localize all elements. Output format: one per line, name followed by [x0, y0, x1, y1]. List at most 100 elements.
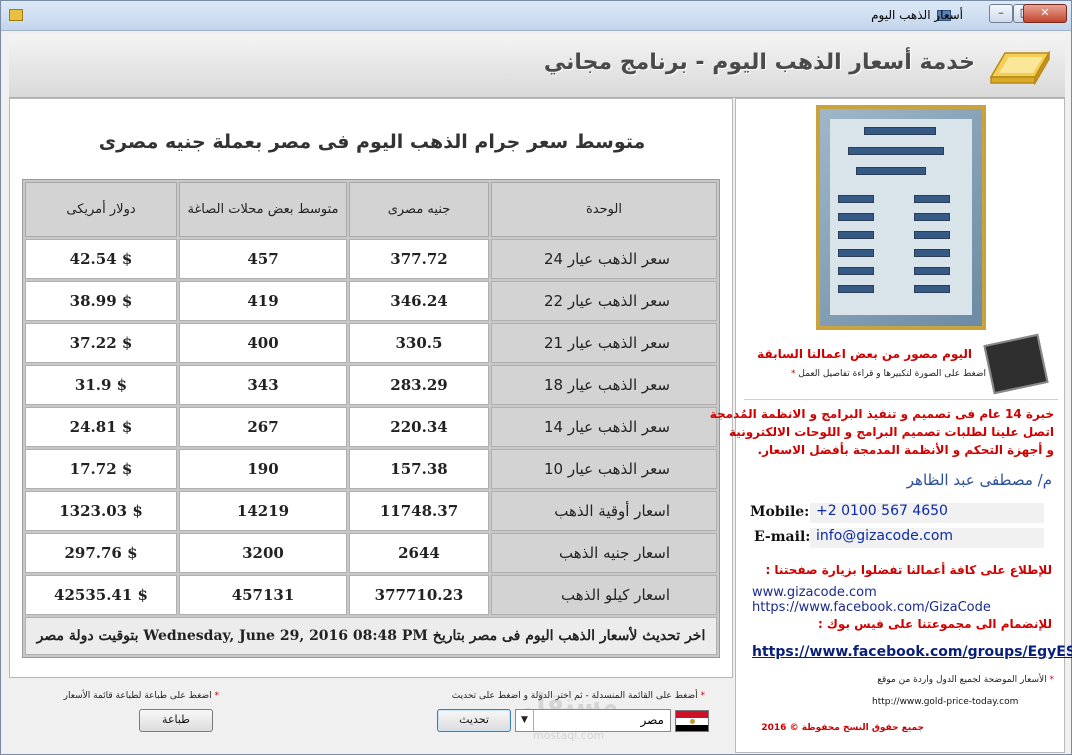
photo-hint: اضغط على الصورة لتكبيرها و قراءة تفاصيل …: [791, 369, 986, 379]
row-usd: $ 31.9: [25, 365, 177, 405]
table-row: سعر الذهب عيار 14 220.34 267 $ 24.81: [25, 407, 717, 447]
row-unit: سعر الذهب عيار 14: [491, 407, 717, 447]
email-value[interactable]: info@gizacode.com: [810, 528, 1044, 548]
page-title: متوسط سعر جرام الذهب اليوم فى مصر بعملة …: [98, 131, 646, 153]
email-label: E-mail:: [754, 529, 811, 545]
mobile-value: +2 0100 567 4650: [810, 503, 1044, 523]
app-window: أسعار الذهب اليوم – □ ✕ خدمة أسعار الذهب…: [0, 0, 1072, 755]
country-selected-value: مصر: [640, 713, 664, 727]
row-shops: 14219: [179, 491, 347, 531]
row-shops: 267: [179, 407, 347, 447]
table-row: اسعار كيلو الذهب 377710.23 457131 $ 4253…: [25, 575, 717, 615]
column-header-egp: جنيه مصرى: [349, 182, 489, 237]
title-bar[interactable]: أسعار الذهب اليوم – □ ✕: [1, 1, 1071, 31]
visit-text: للإطلاع على كافة أعمالنا تفضلوا بزيارة ص…: [765, 563, 1052, 577]
row-usd: $ 42535.41: [25, 575, 177, 615]
row-shops: 457: [179, 239, 347, 279]
site-link[interactable]: www.gizacode.com: [752, 585, 877, 600]
source-link[interactable]: http://www.gold-price-today.com: [872, 697, 1018, 707]
project-photo[interactable]: [816, 105, 986, 330]
row-unit: سعر الذهب عيار 18: [491, 365, 717, 405]
last-update-row: اخر تحديث لأسعار الذهب اليوم فى مصر بتار…: [25, 617, 717, 655]
table-row: سعر الذهب عيار 18 283.29 343 $ 31.9: [25, 365, 717, 405]
table-row: اسعار أوقية الذهب 11748.37 14219 $ 1323.…: [25, 491, 717, 531]
row-shops: 457131: [179, 575, 347, 615]
minimize-button[interactable]: –: [989, 4, 1013, 23]
copyright: جميع حقوق النسخ محفوظة © 2016: [761, 723, 924, 733]
photo-hint-text: اضغط على الصورة لتكبيرها و قراءة تفاصيل …: [798, 369, 986, 379]
row-egp: 157.38: [349, 449, 489, 489]
egypt-flag-icon: [675, 710, 709, 732]
row-unit: اسعار أوقية الذهب: [491, 491, 717, 531]
close-button[interactable]: ✕: [1023, 4, 1067, 23]
column-header-usd: دولار أمريكى: [25, 182, 177, 237]
experience-line-3: و أجهزة التحكم و الأنظمة المدمجة بأفضل ا…: [757, 443, 1054, 457]
row-unit: سعر الذهب عيار 24: [491, 239, 717, 279]
row-unit: اسعار جنيه الذهب: [491, 533, 717, 573]
source-note-text: الأسعار الموضحة لجميع الدول واردة من موق…: [877, 675, 1047, 685]
source-note: * الأسعار الموضحة لجميع الدول واردة من م…: [877, 675, 1054, 685]
row-egp: 377710.23: [349, 575, 489, 615]
print-button[interactable]: طباعة: [139, 709, 213, 732]
experience-line-1: خبرة 14 عام فى تصميم و تنفيذ البرامج و ا…: [709, 407, 1054, 421]
row-usd: $ 42.54: [25, 239, 177, 279]
hint-star-icon: *: [211, 691, 219, 701]
print-hint: * اضغط على طباعة لطباعة قائمة الأسعار: [64, 691, 219, 701]
row-shops: 190: [179, 449, 347, 489]
row-usd: $ 17.72: [25, 449, 177, 489]
chevron-down-icon[interactable]: ▼: [516, 710, 534, 731]
row-unit: اسعار كيلو الذهب: [491, 575, 717, 615]
engineer-name: م/ مصطفى عبد الظاهر: [906, 471, 1052, 489]
mobile-label: Mobile:: [750, 504, 810, 520]
header-banner: خدمة أسعار الذهب اليوم - برنامج مجاني: [9, 34, 1065, 98]
print-hint-text: اضغط على طباعة لطباعة قائمة الأسعار: [63, 691, 212, 701]
table-row: سعر الذهب عيار 22 346.24 419 $ 38.99: [25, 281, 717, 321]
row-egp: 220.34: [349, 407, 489, 447]
window-title: أسعار الذهب اليوم: [871, 8, 963, 22]
row-egp: 283.29: [349, 365, 489, 405]
last-update-text: اخر تحديث لأسعار الذهب اليوم فى مصر بتار…: [25, 617, 717, 655]
update-button[interactable]: تحديث: [437, 709, 511, 732]
table-row: اسعار جنيه الذهب 2644 3200 $ 297.76: [25, 533, 717, 573]
row-egp: 346.24: [349, 281, 489, 321]
app-icon: [9, 9, 23, 21]
row-egp: 11748.37: [349, 491, 489, 531]
row-usd: $ 1323.03: [25, 491, 177, 531]
row-shops: 419: [179, 281, 347, 321]
row-egp: 2644: [349, 533, 489, 573]
row-usd: $ 297.76: [25, 533, 177, 573]
fb-group-link[interactable]: https://www.facebook.com/groups/EgyESD: [752, 644, 1072, 660]
photo-caption: اليوم مصور من بعض اعمالنا السابقة: [757, 347, 972, 361]
prices-table: الوحدة جنيه مصرى متوسط بعض محلات الصاغة …: [22, 179, 720, 658]
gold-bar-icon: [989, 50, 1051, 85]
prices-panel: متوسط سعر جرام الذهب اليوم فى مصر بعملة …: [9, 98, 733, 678]
project-board-image: [830, 119, 972, 315]
join-text: للإنضمام الى مجموعتنا على فيس بوك :: [817, 617, 1052, 631]
table-row: سعر الذهب عيار 24 377.72 457 $ 42.54: [25, 239, 717, 279]
header-title: خدمة أسعار الذهب اليوم - برنامج مجاني: [543, 50, 975, 75]
row-usd: $ 24.81: [25, 407, 177, 447]
row-unit: سعر الذهب عيار 10: [491, 449, 717, 489]
hint-star-icon: *: [1046, 675, 1054, 685]
country-dropdown[interactable]: ▼ مصر: [515, 709, 671, 732]
experience-line-2: اتصل علينا لطلبات تصميم البرامج و اللوحا…: [729, 425, 1054, 439]
row-egp: 377.72: [349, 239, 489, 279]
fb-page-link[interactable]: https://www.facebook.com/GizaCode: [752, 600, 991, 615]
embedded-chip-icon: [983, 333, 1049, 395]
row-usd: $ 37.22: [25, 323, 177, 363]
row-shops: 400: [179, 323, 347, 363]
row-unit: سعر الذهب عيار 22: [491, 281, 717, 321]
table-row: سعر الذهب عيار 10 157.38 190 $ 17.72: [25, 449, 717, 489]
table-header-row: الوحدة جنيه مصرى متوسط بعض محلات الصاغة …: [25, 182, 717, 237]
column-header-unit: الوحدة: [491, 182, 717, 237]
row-shops: 343: [179, 365, 347, 405]
divider: [744, 399, 1058, 400]
row-unit: سعر الذهب عيار 21: [491, 323, 717, 363]
row-usd: $ 38.99: [25, 281, 177, 321]
row-egp: 330.5: [349, 323, 489, 363]
row-shops: 3200: [179, 533, 347, 573]
column-header-shops: متوسط بعض محلات الصاغة: [179, 182, 347, 237]
hint-star-icon: *: [697, 691, 705, 701]
table-row: سعر الذهب عيار 21 330.5 400 $ 37.22: [25, 323, 717, 363]
side-panel: اليوم مصور من بعض اعمالنا السابقة اضغط ع…: [710, 98, 1072, 753]
